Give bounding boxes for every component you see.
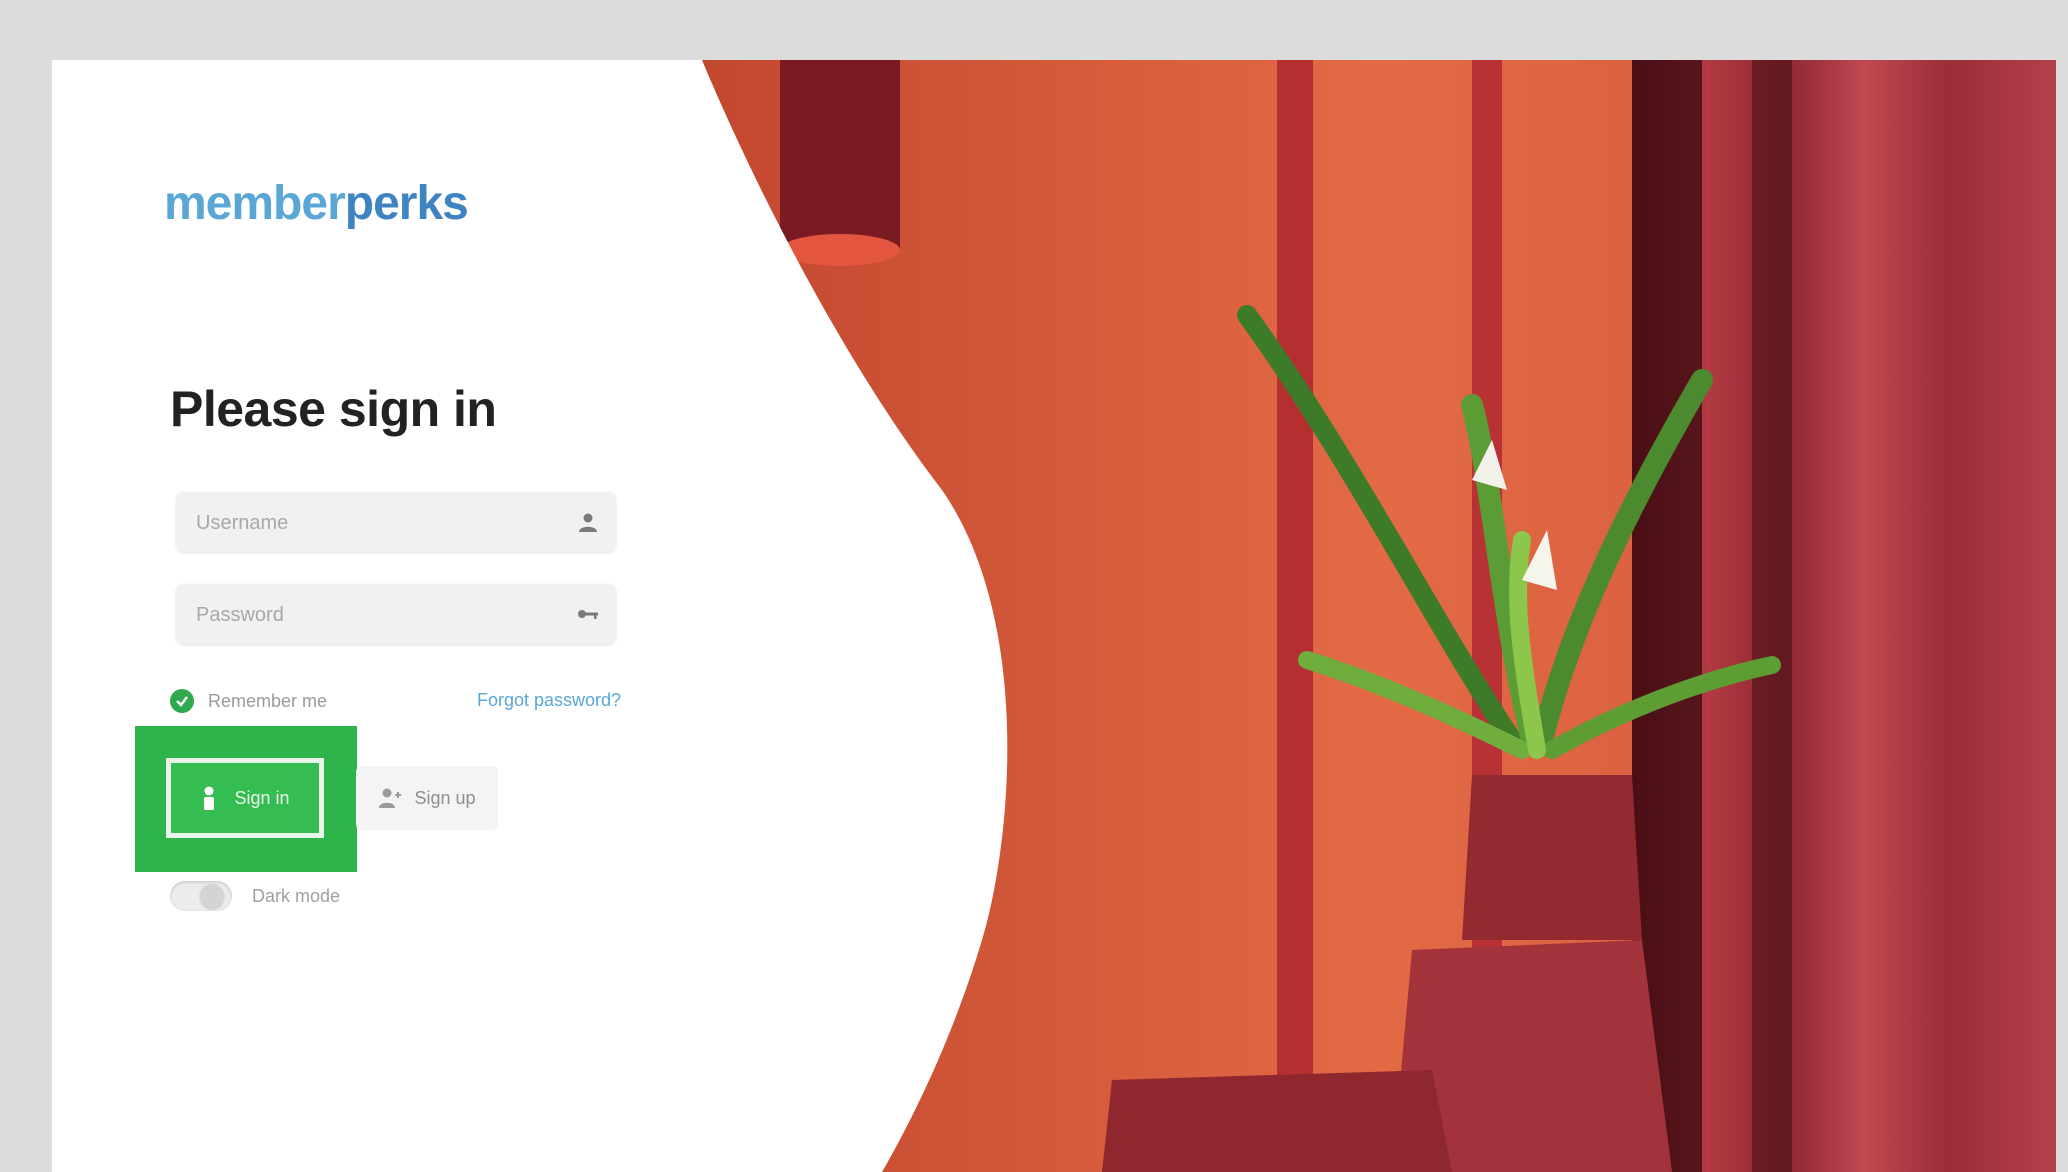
username-input[interactable] <box>194 492 558 554</box>
username-field-container[interactable] <box>176 492 616 554</box>
person-add-icon <box>379 788 402 808</box>
logo-text-member: member <box>164 177 346 230</box>
browser-viewport: memberperks Please sign in Remember me F… <box>52 60 2056 1172</box>
user-icon <box>579 513 597 532</box>
check-icon[interactable] <box>170 689 194 713</box>
remember-me-label: Remember me <box>208 690 328 711</box>
toggle-knob <box>200 884 224 908</box>
remember-me-row[interactable]: Remember me <box>170 686 327 716</box>
sign-in-button[interactable]: Sign in <box>166 758 324 838</box>
toggle-label: Dark mode <box>252 885 341 906</box>
sign-up-button[interactable]: Sign up <box>356 766 498 830</box>
sign-up-label: Sign up <box>414 787 476 808</box>
sign-in-label: Sign in <box>234 787 290 808</box>
key-icon <box>578 610 598 619</box>
logo-text-perks: perks <box>344 177 469 230</box>
password-input[interactable] <box>194 584 558 646</box>
password-field-container[interactable] <box>176 584 616 646</box>
forgot-password-link[interactable]: Forgot password? <box>477 690 621 711</box>
toggle-row: Dark mode <box>170 878 340 914</box>
memberperks-logo[interactable]: memberperks <box>164 176 469 231</box>
person-icon <box>204 786 215 810</box>
toggle-switch[interactable] <box>170 881 232 911</box>
page-title: Please sign in <box>170 381 497 437</box>
